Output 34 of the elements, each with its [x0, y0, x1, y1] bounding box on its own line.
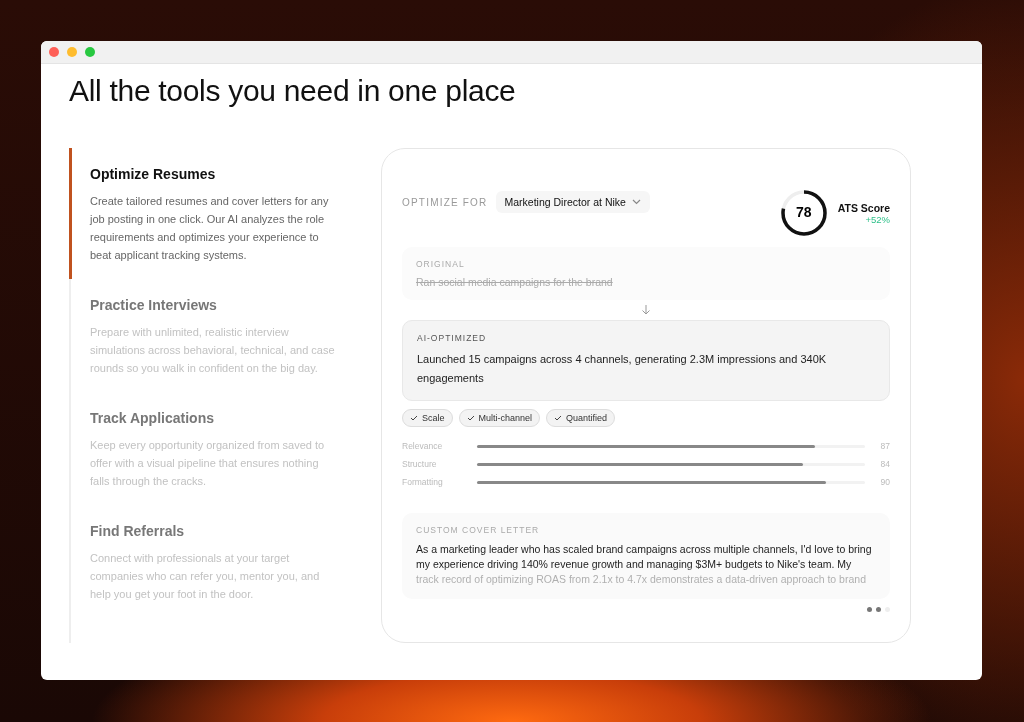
- feature-tab[interactable]: Find Referrals Connect with professionals at your target companies who can refer you, mentor you, and help you get your foot in the door.: [69, 505, 347, 618]
- optimized-text: Launched 15 campaigns across 4 channels, generating 2.3M impressions and 340K engagements: [417, 352, 828, 386]
- metric-name: Structure: [402, 459, 438, 469]
- tag-label: Quantified: [566, 413, 608, 423]
- page-dot[interactable]: [876, 607, 881, 612]
- checkmark-icon: [466, 415, 475, 421]
- score-value: 78: [794, 204, 813, 220]
- close-button[interactable]: [49, 47, 59, 57]
- metric-name: Relevance: [402, 441, 444, 451]
- optimize-for-label: OPTIMIZE FOR: [402, 196, 488, 208]
- maximize-button[interactable]: [85, 47, 95, 57]
- page-heading: All the tools you need in one place: [69, 74, 517, 108]
- panel-label: AI-OPTIMIZED: [417, 333, 488, 343]
- feature-tab[interactable]: Optimize Resumes Create tailored resumes and cover letters for any job posting in one click. Our AI analyzes the role requirements and optimizes your experience to beat applicant tracking systems.: [69, 148, 347, 279]
- feature-tab[interactable]: Track Applications Keep every opportunity organized from saved to offer with a visual pipeline that ensures nothing falls through the cracks.: [69, 392, 347, 505]
- chevron-down-icon: [631, 199, 641, 205]
- tag-label: Multi-channel: [478, 413, 533, 423]
- tag-label: Scale: [422, 413, 445, 423]
- page-dot[interactable]: [867, 607, 872, 612]
- minimize-button[interactable]: [67, 47, 77, 57]
- original-text: Ran social media campaigns for the brand: [416, 276, 614, 288]
- cover-letter-text: As a marketing leader who has scaled brand campaigns across multiple channels, I'd love to bring my experience driving 140% revenue growth and managing $3M+ budgets to Nike's team. My track record of optimizing ROAS from 2.1x to 4.7x demonstrates a data-driven approach to brand: [416, 542, 873, 587]
- metric-value: 87: [879, 441, 890, 451]
- metric-value: 84: [879, 459, 890, 469]
- score-label: ATS Score: [837, 201, 890, 214]
- checkmark-icon: [410, 415, 418, 421]
- score-change: +52%: [865, 213, 890, 225]
- job-dropdown[interactable]: Marketing Director at Nike: [495, 191, 650, 213]
- arrow-down-icon: [641, 304, 651, 316]
- panel-label: ORIGINAL: [416, 259, 466, 269]
- metric-name: Formatting: [402, 477, 444, 487]
- metric-value: 90: [879, 477, 890, 487]
- checkmark-icon: [554, 415, 563, 421]
- panel-label: CUSTOM COVER LETTER: [416, 525, 541, 535]
